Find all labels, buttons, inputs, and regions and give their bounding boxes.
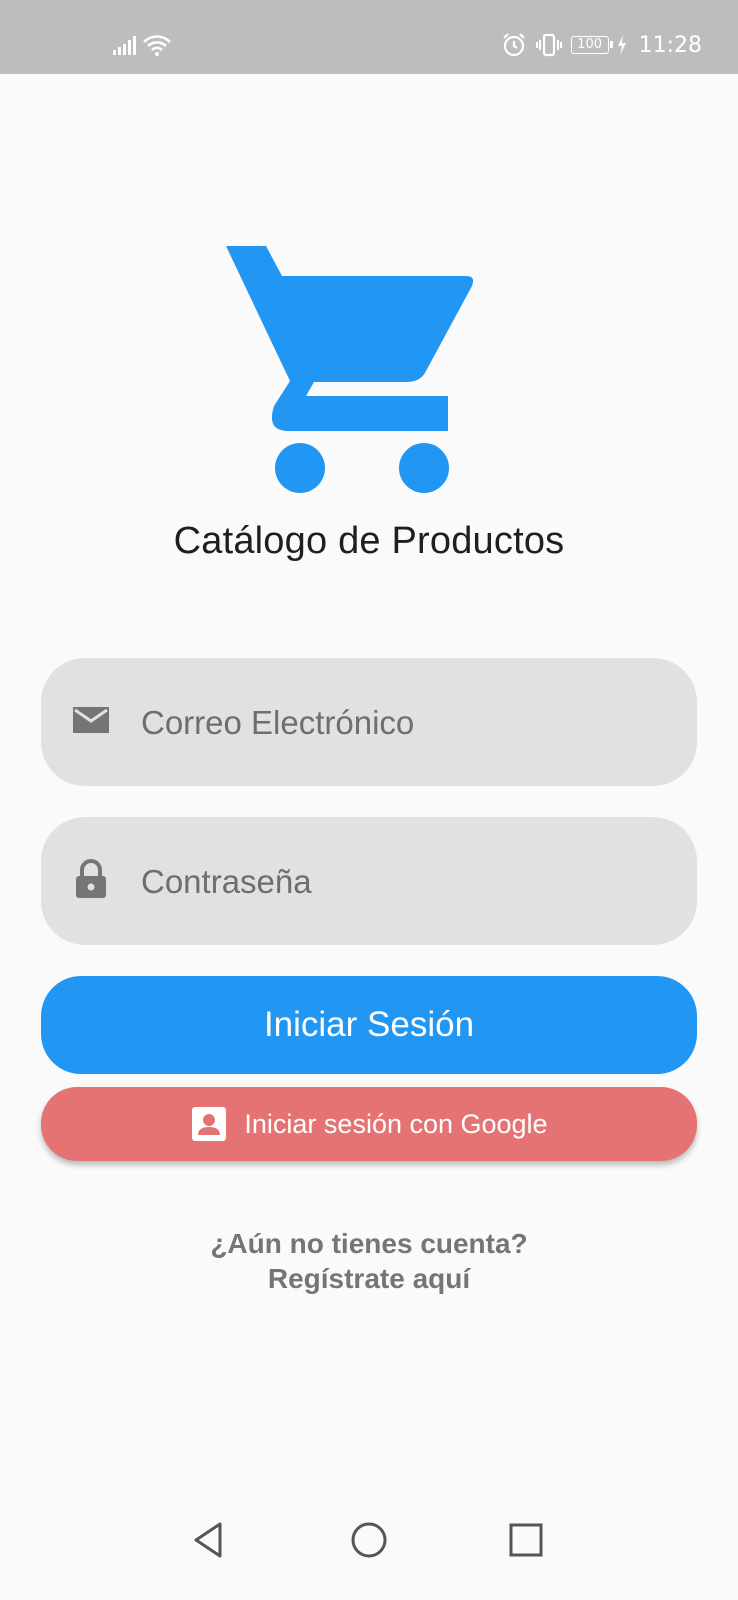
account-box-icon (192, 1107, 227, 1141)
status-left (112, 30, 172, 60)
shopping-cart-icon (226, 246, 474, 493)
mail-icon (73, 707, 109, 733)
alarm-icon (502, 33, 525, 57)
app-title: Catálogo de Productos (173, 520, 565, 562)
email-field[interactable] (41, 658, 697, 788)
google-login-button[interactable]: Iniciar sesión con Google (41, 1087, 697, 1161)
email-input[interactable] (139, 658, 673, 788)
recents-icon[interactable] (504, 1518, 548, 1562)
register-action: Regístrate aquí (267, 1263, 471, 1294)
register-link[interactable]: ¿Aún no tienes cuenta? Regístrate aquí (0, 1226, 738, 1296)
password-field[interactable] (41, 817, 697, 947)
navigation-bar (0, 1480, 738, 1600)
status-right: 100 11:28 (501, 28, 702, 62)
status-time: 11:28 (638, 32, 702, 58)
battery-icon: 100 (570, 36, 613, 54)
lock-icon (76, 859, 106, 898)
home-icon[interactable] (347, 1518, 391, 1562)
signal-icon (113, 36, 136, 55)
password-input[interactable] (139, 817, 673, 947)
status-bar: 100 11:28 (0, 0, 738, 74)
battery-level: 100 (577, 37, 602, 52)
login-button[interactable]: Iniciar Sesión (41, 976, 697, 1074)
back-icon[interactable] (188, 1518, 232, 1562)
login-button-label: Iniciar Sesión (263, 1005, 475, 1044)
register-question: ¿Aún no tienes cuenta? (210, 1228, 528, 1259)
google-login-label: Iniciar sesión con Google (244, 1108, 548, 1139)
charging-icon (617, 35, 626, 55)
vibrate-icon (535, 33, 562, 57)
wifi-icon (143, 35, 171, 56)
